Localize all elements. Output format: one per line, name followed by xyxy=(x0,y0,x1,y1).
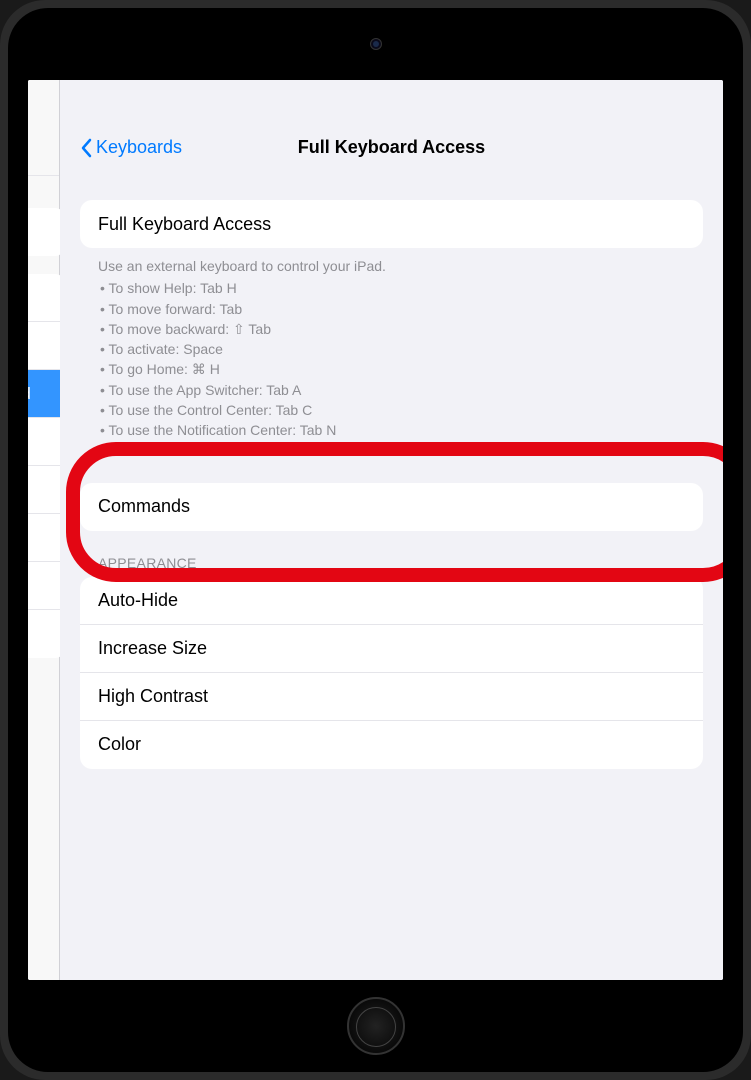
fka-toggle-row[interactable]: Full Keyboard Access xyxy=(80,200,703,248)
detail-pane: Keyboards Full Keyboard Access Full Keyb… xyxy=(60,80,723,980)
help-item: To show Help: Tab H xyxy=(98,278,685,298)
sidebar-item-label: Full Keyboard xyxy=(28,384,31,404)
high-contrast-row[interactable]: High Contrast xyxy=(80,673,703,721)
help-text: Use an external keyboard to control your… xyxy=(80,248,703,441)
commands-row[interactable]: Commands xyxy=(80,483,703,531)
nav-bar: Keyboards Full Keyboard Access xyxy=(60,80,723,168)
color-row[interactable]: Color xyxy=(80,721,703,769)
help-list: To show Help: Tab H To move forward: Tab… xyxy=(98,278,685,440)
help-item: To move forward: Tab xyxy=(98,299,685,319)
row-label: Increase Size xyxy=(98,638,207,659)
sidebar-header xyxy=(28,80,59,176)
row-label: Auto-Hide xyxy=(98,590,178,611)
front-camera xyxy=(370,38,382,50)
home-button[interactable] xyxy=(347,997,405,1055)
back-label: Keyboards xyxy=(96,137,182,158)
row-label: Full Keyboard Access xyxy=(98,214,271,235)
help-item: To activate: Space xyxy=(98,339,685,359)
help-item: To use the Notification Center: Tab N xyxy=(98,420,685,440)
help-item: To use the Control Center: Tab C xyxy=(98,400,685,420)
screen: General Access Back Full Keyboard ... ..… xyxy=(28,80,723,980)
row-label: Color xyxy=(98,734,141,755)
help-intro: Use an external keyboard to control your… xyxy=(98,256,685,276)
help-item: To use the App Switcher: Tab A xyxy=(98,380,685,400)
auto-hide-row[interactable]: Auto-Hide xyxy=(80,577,703,625)
help-item: To go Home: ⌘ H xyxy=(98,359,685,379)
commands-group: Commands xyxy=(80,483,703,531)
row-label: Commands xyxy=(98,496,190,517)
row-label: High Contrast xyxy=(98,686,208,707)
content-area: Full Keyboard Access Use an external key… xyxy=(60,200,723,769)
page-title: Full Keyboard Access xyxy=(298,137,485,158)
appearance-header: APPEARANCE xyxy=(80,531,703,577)
help-item: To move backward: ⇧ Tab xyxy=(98,319,685,339)
settings-sidebar: General Access Back Full Keyboard ... ..… xyxy=(28,80,60,980)
appearance-group: Auto-Hide Increase Size High Contrast Co… xyxy=(80,577,703,769)
increase-size-row[interactable]: Increase Size xyxy=(80,625,703,673)
fka-toggle-group: Full Keyboard Access xyxy=(80,200,703,248)
back-button[interactable]: Keyboards xyxy=(80,137,182,158)
chevron-left-icon xyxy=(80,138,92,158)
